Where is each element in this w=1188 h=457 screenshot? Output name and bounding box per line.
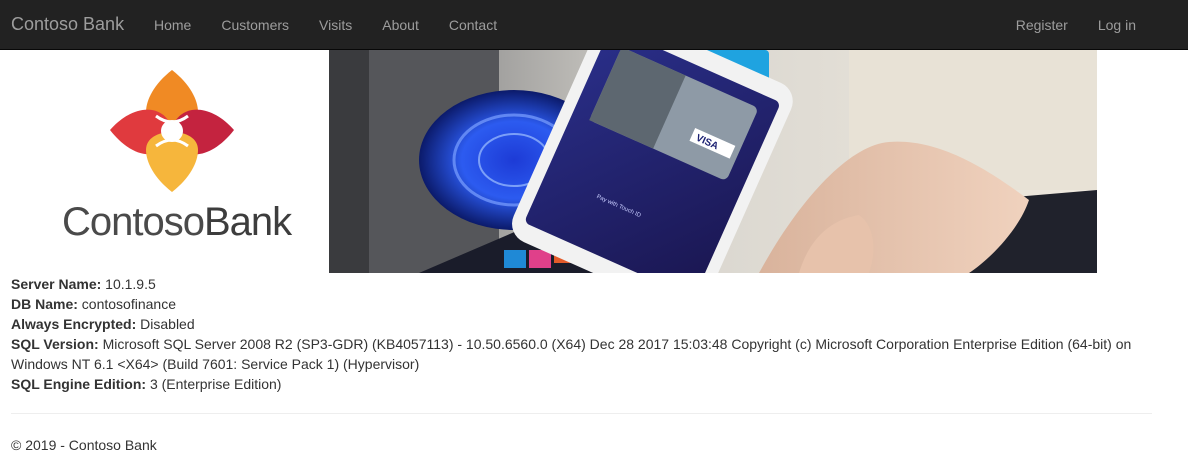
top-navbar: Contoso Bank Home Customers Visits About…: [0, 0, 1188, 50]
nav-customers[interactable]: Customers: [206, 0, 304, 50]
logo-text-bold: Bank: [203, 200, 292, 244]
logo-wordmark: ContosoBank: [62, 196, 292, 248]
hero-image: balance rewards VISA Pay with Touch ID: [329, 50, 1097, 273]
account-nav: Register Log in: [1001, 0, 1151, 50]
sql-version-row: SQL Version: Microsoft SQL Server 2008 R…: [11, 334, 1161, 374]
nav-contact[interactable]: Contact: [434, 0, 512, 50]
nav-about[interactable]: About: [367, 0, 434, 50]
db-name-label: DB Name:: [11, 296, 78, 312]
server-name-value: 10.1.9.5: [105, 276, 156, 292]
footer-divider: [11, 413, 1152, 414]
server-info: Server Name: 10.1.9.5 DB Name: contosofi…: [11, 274, 1161, 394]
db-name-row: DB Name: contosofinance: [11, 294, 1161, 314]
always-encrypted-row: Always Encrypted: Disabled: [11, 314, 1161, 334]
db-name-value: contosofinance: [81, 296, 176, 312]
sql-version-value: Microsoft SQL Server 2008 R2 (SP3-GDR) (…: [11, 336, 1132, 372]
always-encrypted-value: Disabled: [140, 316, 195, 332]
always-encrypted-label: Always Encrypted:: [11, 316, 137, 332]
footer-copyright: © 2019 - Contoso Bank: [11, 437, 157, 453]
sql-engine-edition-value: 3 (Enterprise Edition): [149, 376, 282, 392]
server-name-label: Server Name:: [11, 276, 102, 292]
main-nav: Home Customers Visits About Contact: [139, 0, 512, 50]
sql-version-label: SQL Version:: [11, 336, 99, 352]
nav-login[interactable]: Log in: [1083, 0, 1151, 50]
sql-engine-edition-row: SQL Engine Edition: 3 (Enterprise Editio…: [11, 374, 1161, 394]
brand-link[interactable]: Contoso Bank: [11, 14, 124, 34]
nav-visits[interactable]: Visits: [304, 0, 367, 50]
nav-register[interactable]: Register: [1001, 0, 1083, 50]
server-name-row: Server Name: 10.1.9.5: [11, 274, 1161, 294]
sql-engine-edition-label: SQL Engine Edition:: [11, 376, 147, 392]
logo-text-light: Contoso: [62, 200, 205, 244]
logo-mark-icon: [110, 70, 234, 192]
nav-home[interactable]: Home: [139, 0, 206, 50]
